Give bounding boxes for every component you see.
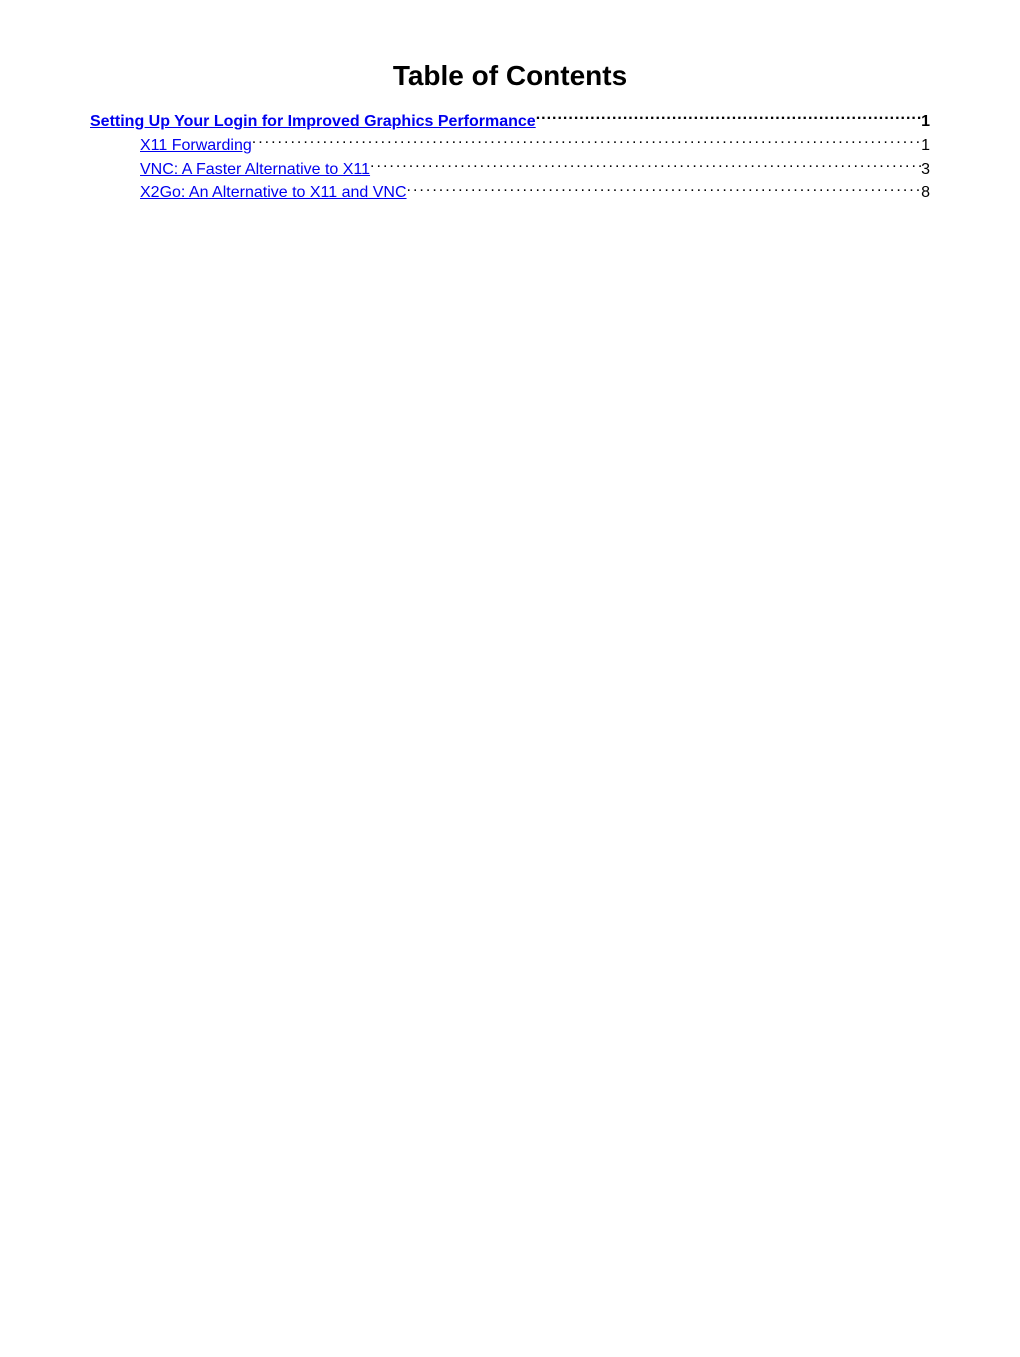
toc-dots (370, 158, 921, 174)
toc-link-x2go[interactable]: X2Go: An Alternative to X11 and VNC (140, 183, 407, 204)
toc-dots (407, 181, 922, 197)
toc-page-number: 1 (921, 112, 930, 133)
toc-dots (536, 110, 921, 126)
toc-container: Setting Up Your Login for Improved Graph… (90, 110, 930, 204)
toc-entry: X2Go: An Alternative to X11 and VNC 8 (140, 181, 930, 204)
toc-dots (252, 134, 921, 150)
toc-page-number: 3 (921, 160, 930, 181)
toc-link-vnc[interactable]: VNC: A Faster Alternative to X11 (140, 160, 370, 181)
toc-link-x11-forwarding[interactable]: X11 Forwarding (140, 136, 252, 157)
toc-entry: VNC: A Faster Alternative to X11 3 (140, 158, 930, 181)
toc-entry: Setting Up Your Login for Improved Graph… (90, 110, 930, 133)
toc-page-number: 8 (921, 183, 930, 204)
toc-entry: X11 Forwarding 1 (140, 134, 930, 157)
page-title: Table of Contents (90, 60, 930, 92)
toc-link-setting-up[interactable]: Setting Up Your Login for Improved Graph… (90, 112, 536, 133)
toc-page-number: 1 (921, 136, 930, 157)
